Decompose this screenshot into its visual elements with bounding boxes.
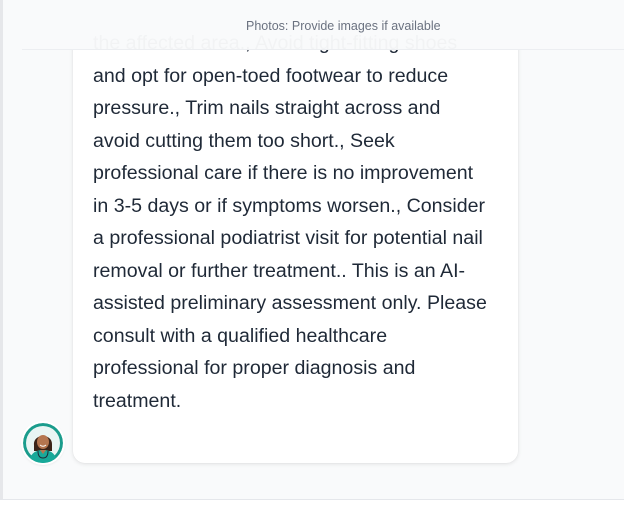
assistant-message-bubble: the affected area., Avoid tight-fitting … (73, 10, 518, 463)
bottom-input-edge (0, 500, 624, 506)
photos-hint-bar: Photos: Provide images if available (22, 0, 624, 50)
assistant-avatar (23, 423, 63, 463)
message-text: the affected area., Avoid tight-fitting … (93, 32, 487, 412)
photos-hint-text: Photos: Provide images if available (246, 19, 441, 33)
doctor-avatar-icon (23, 423, 63, 463)
